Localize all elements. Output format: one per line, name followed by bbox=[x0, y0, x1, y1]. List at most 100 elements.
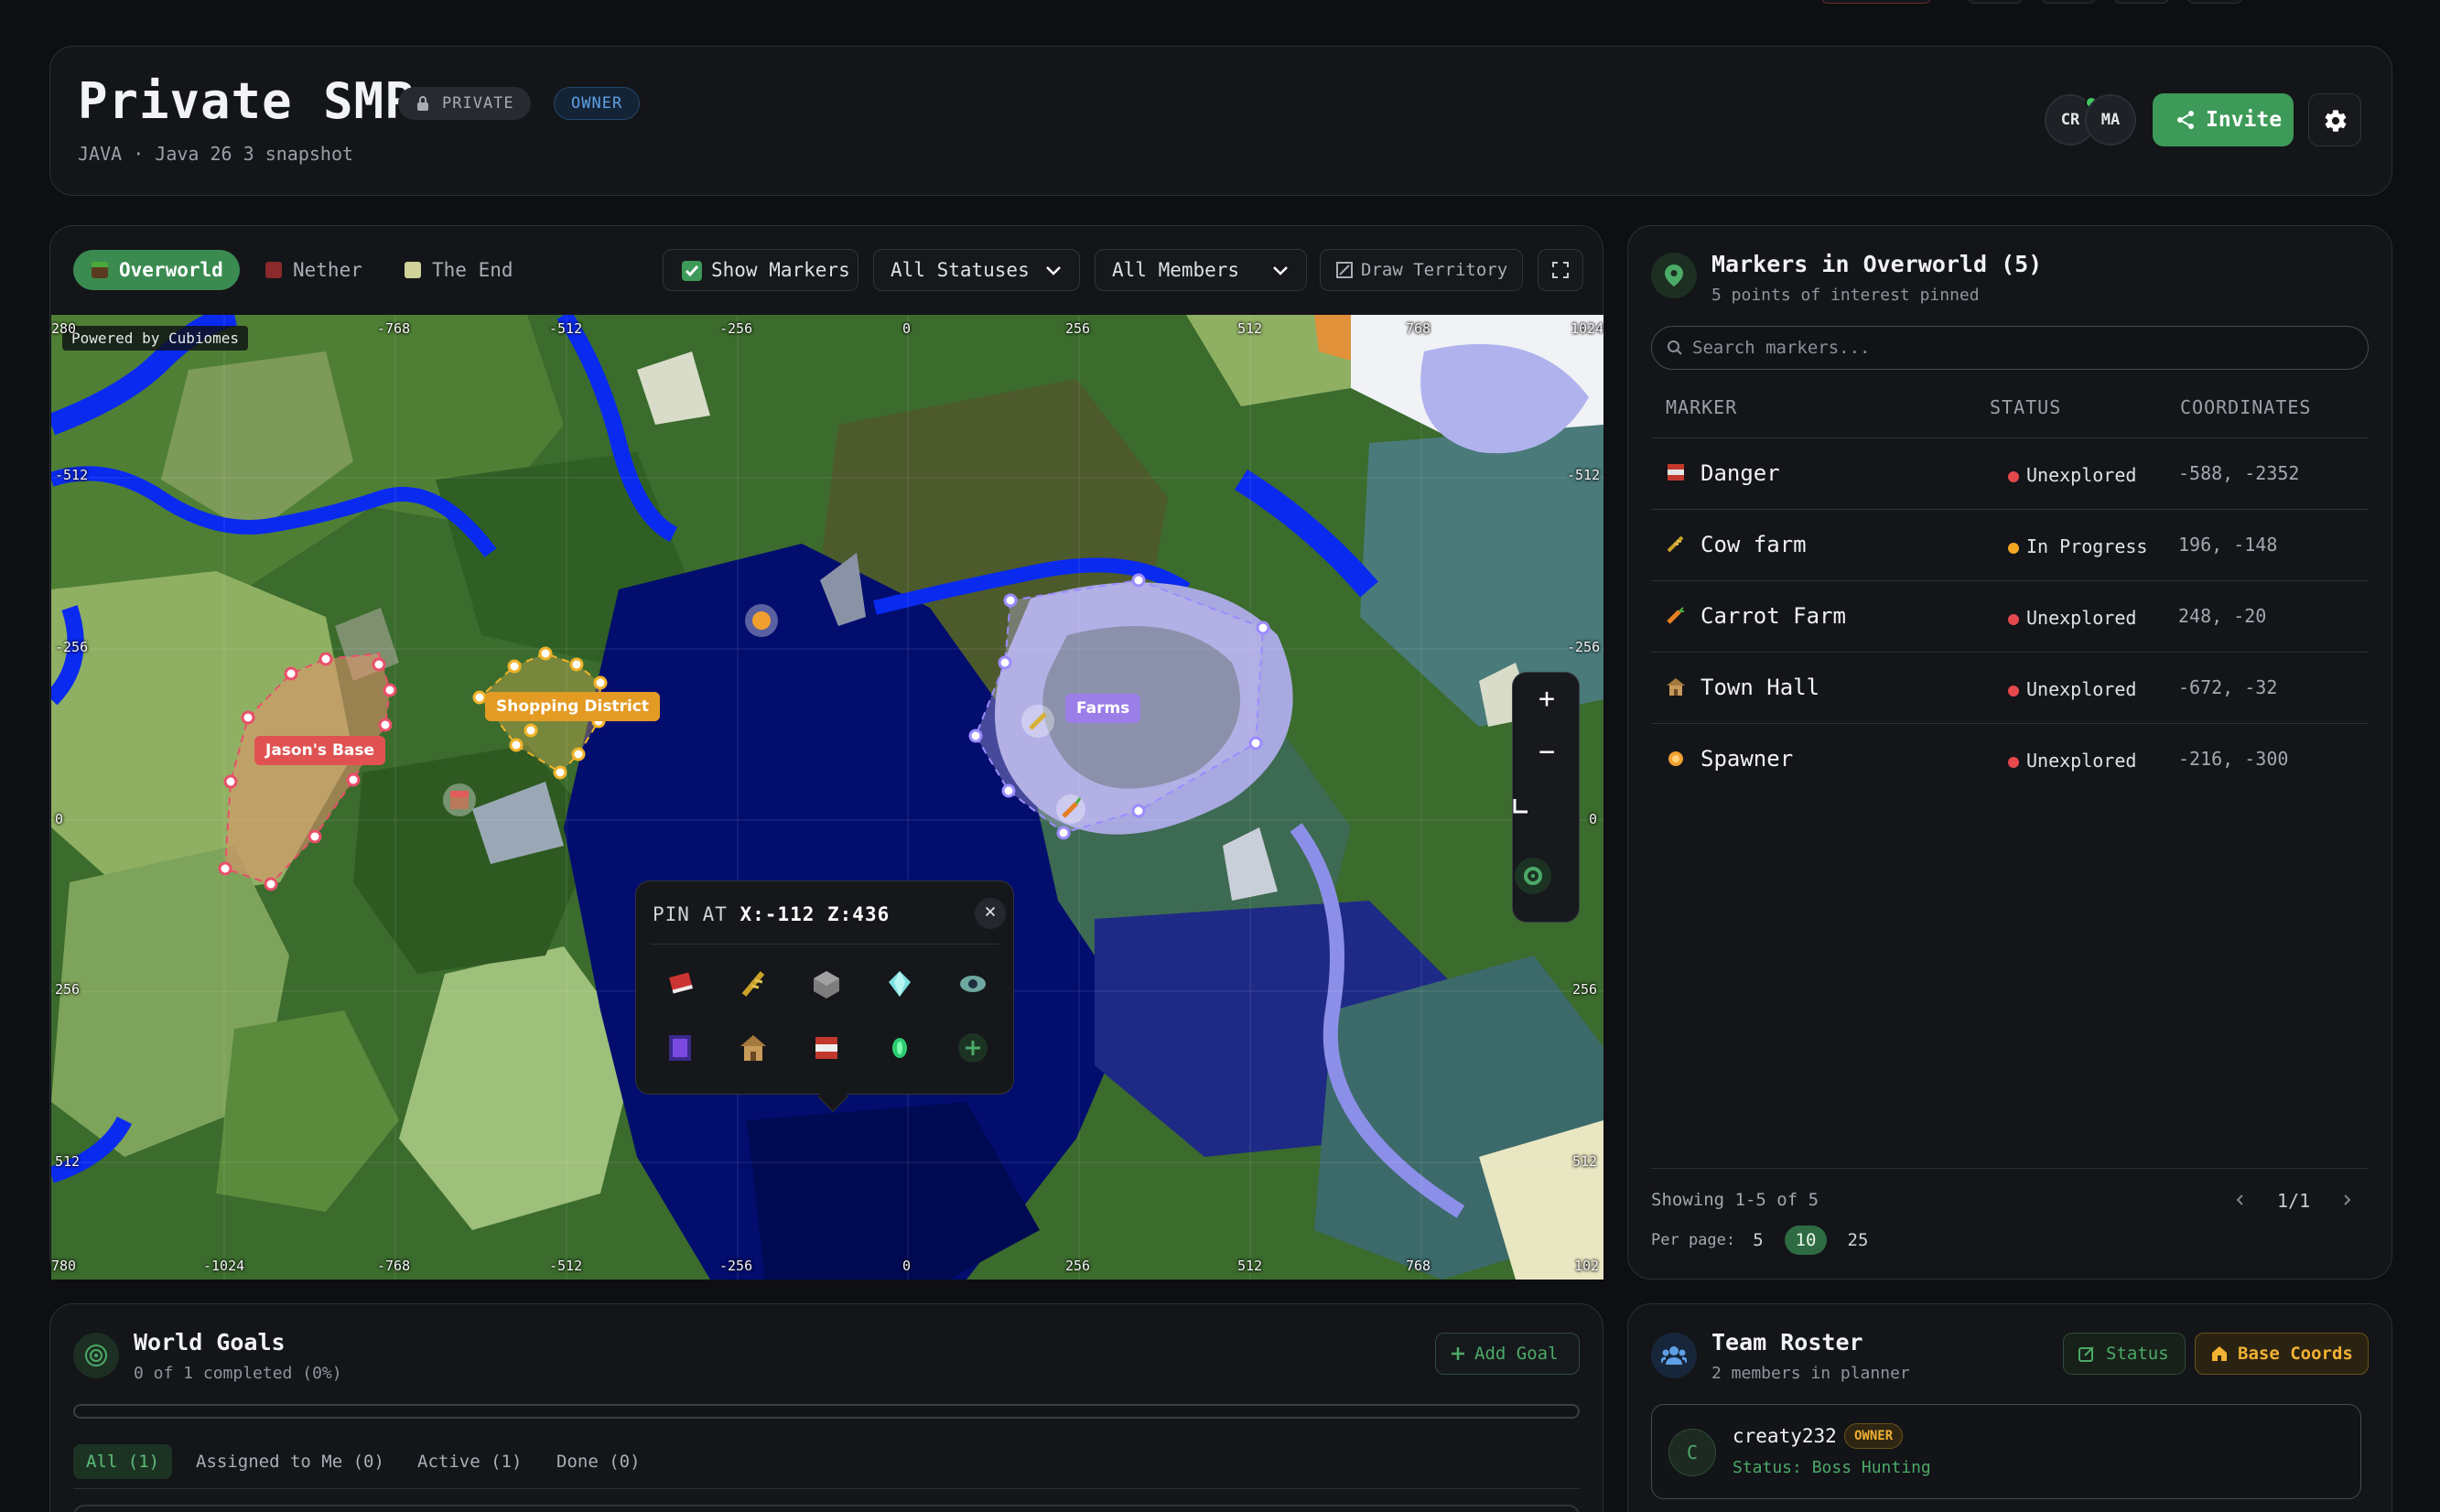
pin-coords: X:-112 Z:436 bbox=[740, 903, 891, 925]
label-shopping-district[interactable]: Shopping District bbox=[485, 692, 660, 721]
wheat-icon[interactable] bbox=[726, 958, 781, 1010]
world-map[interactable]: Powered by Cubiomes 280 -768 -512 -256 0… bbox=[51, 315, 1603, 1280]
checkbox-checked-icon bbox=[682, 261, 702, 281]
status-badge: Unexplored bbox=[2006, 607, 2136, 629]
top-bar-fragment bbox=[1968, 0, 2023, 4]
tick-label: 512 bbox=[55, 1153, 81, 1170]
zoom-in-button[interactable]: + bbox=[1513, 673, 1581, 726]
map-attribution: Powered by Cubiomes bbox=[62, 326, 249, 351]
marker-row[interactable]: Town Hall Unexplored -672, -32 bbox=[1651, 652, 2369, 723]
map-marker-spawner[interactable] bbox=[745, 604, 778, 637]
owner-badge: OWNER bbox=[1844, 1423, 1904, 1449]
tab-overworld[interactable]: Overworld bbox=[73, 250, 240, 290]
add-goal-button[interactable]: Add Goal bbox=[1435, 1333, 1580, 1375]
base-coords-button[interactable]: Base Coords bbox=[2195, 1333, 2369, 1375]
tnt-icon[interactable] bbox=[799, 1022, 854, 1074]
avatar[interactable]: MA bbox=[2085, 94, 2136, 146]
tab-the-end[interactable]: The End bbox=[386, 250, 530, 290]
end-stone-icon bbox=[405, 262, 421, 278]
tick-label: -256 bbox=[1567, 639, 1601, 655]
portal-icon[interactable] bbox=[653, 1022, 707, 1074]
emerald-icon[interactable] bbox=[872, 1022, 927, 1074]
tick-label: 256 bbox=[1065, 1258, 1091, 1274]
ender-eye-icon[interactable] bbox=[945, 958, 1000, 1010]
marker-coords: -672, -32 bbox=[2178, 676, 2278, 698]
tab-label: Nether bbox=[293, 259, 362, 281]
next-page-button[interactable] bbox=[2339, 1190, 2354, 1212]
add-icon[interactable] bbox=[945, 1022, 1000, 1074]
divider bbox=[73, 1488, 1580, 1489]
status-badge: In Progress bbox=[2006, 535, 2147, 557]
tick-label: 512 bbox=[1237, 1258, 1263, 1274]
tick-label: 768 bbox=[1406, 1258, 1431, 1274]
marker-row[interactable]: Danger Unexplored -588, -2352 bbox=[1651, 437, 2369, 509]
marker-search-input[interactable]: Search markers... bbox=[1651, 326, 2369, 370]
tick-label: -768 bbox=[377, 320, 411, 337]
status-label: Unexplored bbox=[2026, 464, 2137, 486]
status-label: Unexplored bbox=[2026, 607, 2137, 629]
tick-label: -256 bbox=[719, 320, 753, 337]
map-marker-carrot-farm[interactable] bbox=[1056, 794, 1085, 824]
column-header-status[interactable]: STATUS bbox=[1990, 396, 2061, 418]
zoom-out-button[interactable]: − bbox=[1513, 726, 1581, 779]
edit-icon bbox=[2078, 1346, 2094, 1362]
map-marker-town-hall[interactable] bbox=[443, 783, 476, 816]
draw-territory-label: Draw Territory bbox=[1361, 260, 1508, 280]
goal-tab-assigned[interactable]: Assigned to Me (0) bbox=[183, 1444, 397, 1479]
diamond-icon[interactable] bbox=[872, 958, 927, 1010]
map-marker-cow-farm[interactable] bbox=[1021, 705, 1054, 738]
column-header-coordinates[interactable]: COORDINATES bbox=[2180, 396, 2311, 418]
label-jasons-base[interactable]: Jason's Base bbox=[254, 736, 386, 765]
set-status-button[interactable]: Status bbox=[2063, 1333, 2186, 1375]
status-label: Unexplored bbox=[2026, 678, 2137, 700]
tick-label: -1024 bbox=[203, 1258, 245, 1274]
tick-label: 280 bbox=[51, 320, 77, 337]
invite-label: Invite bbox=[2206, 108, 2283, 132]
status-filter-value: All Statuses bbox=[891, 259, 1030, 281]
roster-subtitle: 2 members in planner bbox=[1711, 1364, 1910, 1383]
biome-map[interactable] bbox=[51, 315, 1603, 1280]
top-bar-fragment bbox=[2187, 0, 2242, 4]
per-page-option[interactable]: 25 bbox=[1840, 1226, 1876, 1255]
marker-row[interactable]: Cow farm In Progress 196, -148 bbox=[1651, 509, 2369, 580]
goal-list-item[interactable] bbox=[73, 1505, 1580, 1512]
house-icon[interactable] bbox=[726, 1022, 781, 1074]
column-header-marker[interactable]: MARKER bbox=[1666, 396, 1737, 418]
goal-tab-active[interactable]: Active (1) bbox=[405, 1444, 534, 1479]
settings-button[interactable] bbox=[2308, 93, 2361, 146]
divider bbox=[1651, 1168, 2369, 1169]
draw-territory-button[interactable]: Draw Territory bbox=[1320, 249, 1523, 291]
stone-icon[interactable] bbox=[799, 958, 854, 1010]
book-icon[interactable] bbox=[653, 958, 707, 1010]
goal-tab-all[interactable]: All (1) bbox=[73, 1444, 173, 1479]
close-button[interactable]: × bbox=[975, 898, 1006, 929]
label-farms[interactable]: Farms bbox=[1065, 694, 1141, 723]
goal-tab-done[interactable]: Done (0) bbox=[544, 1444, 653, 1479]
status-filter-select[interactable]: All Statuses bbox=[873, 249, 1080, 291]
measure-button[interactable] bbox=[1513, 779, 1581, 832]
member-name: creaty232 bbox=[1733, 1425, 1837, 1447]
map-zoom-controls: + − bbox=[1512, 672, 1580, 923]
status-label: Unexplored bbox=[2026, 750, 2137, 772]
per-page-option[interactable]: 5 bbox=[1744, 1226, 1772, 1255]
fullscreen-button[interactable] bbox=[1538, 249, 1583, 291]
invite-button[interactable]: Invite bbox=[2153, 93, 2294, 146]
member-avatars[interactable]: CR MA bbox=[2045, 94, 2140, 146]
tab-nether[interactable]: Nether bbox=[247, 250, 379, 290]
show-markers-label: Show Markers bbox=[711, 259, 850, 281]
marker-row[interactable]: Spawner Unexplored -216, -300 bbox=[1651, 723, 2369, 794]
chevron-down-icon bbox=[1046, 266, 1061, 275]
marker-name: Town Hall bbox=[1700, 675, 1820, 700]
prev-page-button[interactable] bbox=[2233, 1190, 2248, 1212]
map-settings-button[interactable] bbox=[1513, 845, 1581, 898]
show-markers-toggle[interactable]: Show Markers bbox=[663, 249, 858, 291]
gear-icon bbox=[2325, 110, 2347, 132]
marker-row[interactable]: Carrot Farm Unexplored 248, -20 bbox=[1651, 580, 2369, 652]
divider bbox=[651, 944, 999, 945]
member-filter-select[interactable]: All Members bbox=[1095, 249, 1307, 291]
markers-title: Markers in Overworld (5) bbox=[1711, 251, 2043, 277]
per-page-option[interactable]: 10 bbox=[1785, 1226, 1827, 1255]
netherrack-icon bbox=[265, 262, 282, 278]
roster-member[interactable]: C creaty232 OWNER Status: Boss Hunting bbox=[1651, 1404, 2361, 1499]
tick-label: 256 bbox=[55, 981, 81, 998]
